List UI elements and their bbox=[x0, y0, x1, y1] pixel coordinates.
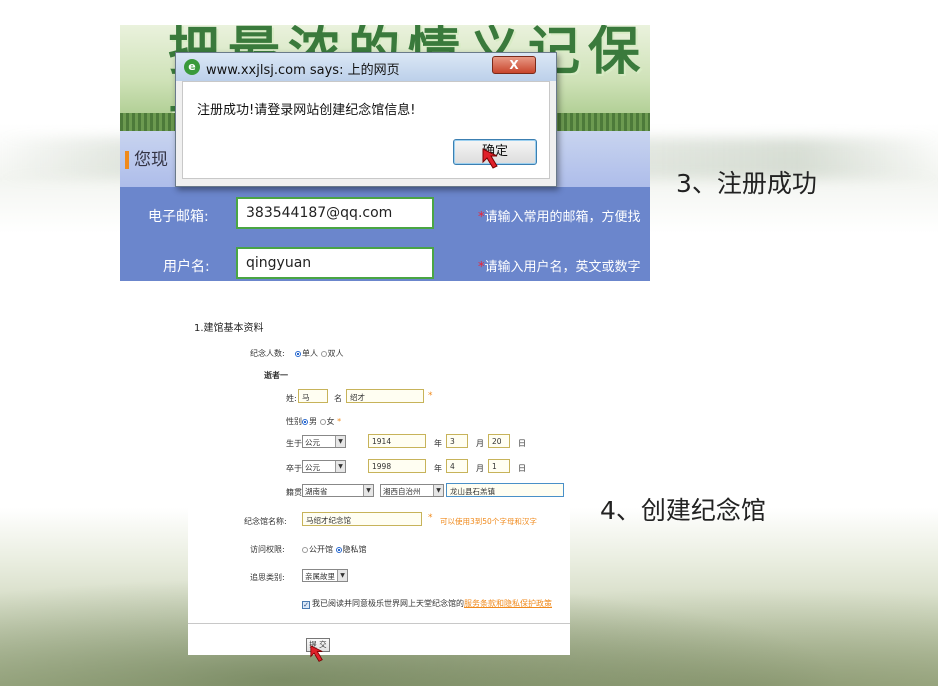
username-field[interactable]: qingyuan bbox=[236, 247, 434, 279]
province-select[interactable]: 湖南省 ▼ bbox=[302, 484, 374, 497]
form-section-title: 1.建馆基本资料 bbox=[194, 323, 264, 334]
form-divider bbox=[188, 623, 570, 624]
born-era-select[interactable]: 公元 ▼ bbox=[302, 435, 346, 448]
chevron-down-icon: ▼ bbox=[337, 570, 347, 581]
category-select[interactable]: 亲属故里 ▼ bbox=[302, 569, 348, 582]
section-accent-mark bbox=[125, 151, 129, 169]
died-day-input[interactable]: 1 bbox=[488, 459, 510, 473]
born-year-unit: 年 bbox=[434, 439, 442, 448]
category-label: 追思类别: bbox=[250, 573, 285, 582]
born-year-input[interactable]: 1914 bbox=[368, 434, 426, 448]
died-day-unit: 日 bbox=[518, 464, 526, 473]
caption-step3: 3、注册成功 bbox=[676, 169, 817, 198]
close-button[interactable]: X bbox=[492, 56, 536, 74]
agreement-row: ✓ 我已阅读并同意极乐世界网上天堂纪念馆的服务条款和隐私保护政策 bbox=[302, 599, 552, 609]
cursor-arrow-icon bbox=[310, 645, 323, 662]
access-label: 访问权限: bbox=[250, 545, 285, 554]
email-label: 电子邮箱: bbox=[148, 209, 209, 225]
email-hint: *请输入常用的邮箱，方便找 bbox=[478, 210, 641, 225]
given-name-label: 名 bbox=[334, 394, 342, 403]
section-title: 您现 bbox=[134, 150, 168, 170]
email-field[interactable]: 383544187@qq.com bbox=[236, 197, 434, 229]
dialog-title: www.xxjlsj.com says: 上的网页 bbox=[206, 63, 400, 78]
origin-detail-input[interactable]: 龙山县石羔镇 bbox=[446, 483, 564, 497]
hall-name-input[interactable]: 马绍才纪念馆 bbox=[302, 512, 422, 526]
gender-options: 男 女 * bbox=[302, 416, 341, 427]
dialog-message: 注册成功!请登录网站创建纪念馆信息! bbox=[197, 103, 416, 118]
surname-input[interactable]: 马 bbox=[298, 389, 328, 403]
died-month-unit: 月 bbox=[476, 464, 484, 473]
chevron-down-icon: ▼ bbox=[335, 461, 345, 472]
born-day-input[interactable]: 20 bbox=[488, 434, 510, 448]
born-month-unit: 月 bbox=[476, 439, 484, 448]
chevron-down-icon: ▼ bbox=[335, 436, 345, 447]
create-memorial-screenshot: 1.建馆基本资料 纪念人数: 单人 双人 逝者一 姓: 马 名 绍才 * 性别:… bbox=[188, 305, 570, 655]
chevron-down-icon: ▼ bbox=[433, 485, 443, 496]
born-day-unit: 日 bbox=[518, 439, 526, 448]
surname-label: 姓: bbox=[286, 394, 297, 403]
hall-name-hint: 可以使用3到50个字母和汉字 bbox=[440, 517, 537, 526]
died-year-input[interactable]: 1998 bbox=[368, 459, 426, 473]
cursor-arrow-icon bbox=[482, 148, 498, 169]
chevron-down-icon: ▼ bbox=[363, 485, 373, 496]
username-hint: *请输入用户名，英文或数字 bbox=[478, 260, 641, 275]
born-month-input[interactable]: 3 bbox=[446, 434, 468, 448]
died-month-input[interactable]: 4 bbox=[446, 459, 468, 473]
hall-name-label: 纪念馆名称: bbox=[244, 517, 287, 526]
dialog-titlebar[interactable]: e www.xxjlsj.com says: 上的网页 X bbox=[176, 53, 556, 81]
browser-icon: e bbox=[184, 59, 200, 75]
radio-private[interactable] bbox=[335, 547, 342, 553]
person-count-options: 单人 双人 bbox=[295, 348, 344, 359]
radio-public[interactable] bbox=[302, 547, 308, 553]
username-label: 用户名: bbox=[163, 259, 210, 275]
radio-male[interactable] bbox=[302, 419, 308, 425]
terms-link[interactable]: 服务条款和隐私保护政策 bbox=[464, 599, 552, 608]
deceased-heading: 逝者一 bbox=[264, 371, 288, 380]
radio-single[interactable] bbox=[295, 351, 301, 357]
agreement-checkbox[interactable]: ✓ bbox=[302, 601, 310, 609]
access-options: 公开馆 隐私馆 bbox=[302, 544, 367, 555]
died-year-unit: 年 bbox=[434, 464, 442, 473]
radio-female[interactable] bbox=[319, 419, 326, 425]
prefecture-select[interactable]: 湘西自治州 ▼ bbox=[380, 484, 444, 497]
person-count-label: 纪念人数: bbox=[250, 349, 285, 358]
died-era-select[interactable]: 公元 ▼ bbox=[302, 460, 346, 473]
radio-double[interactable] bbox=[320, 351, 327, 357]
required-star: * bbox=[428, 513, 433, 523]
given-name-input[interactable]: 绍才 bbox=[346, 389, 424, 403]
required-star: * bbox=[428, 391, 433, 401]
caption-step4: 4、创建纪念馆 bbox=[600, 496, 766, 525]
